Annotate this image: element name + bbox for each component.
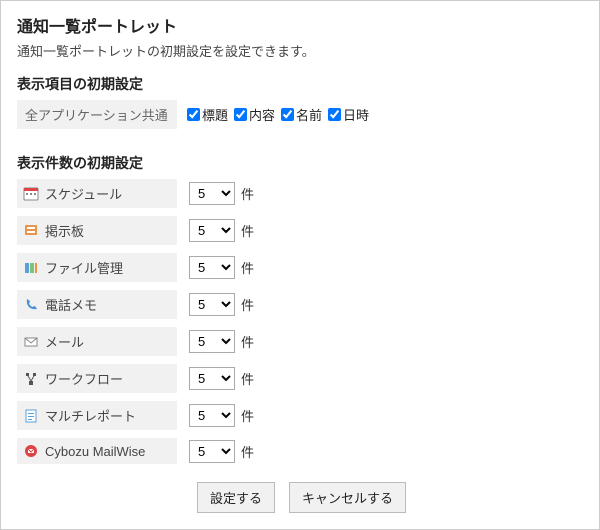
- count-select-board[interactable]: 5: [189, 219, 235, 242]
- count-row-mail: メール 5 件: [17, 327, 583, 356]
- count-label-workflow: ワークフロー: [17, 364, 177, 393]
- count-select-workflow[interactable]: 5: [189, 367, 235, 390]
- count-unit-workflow: 件: [241, 369, 254, 388]
- columns-row-label: 全アプリケーション共通: [17, 100, 177, 129]
- workflow-icon: [23, 371, 39, 387]
- count-label-board: 掲示板: [17, 216, 177, 245]
- count-section: スケジュール 5 件 掲示板 5 件: [17, 179, 583, 464]
- calendar-icon: [23, 186, 39, 202]
- count-row-workflow: ワークフロー 5 件: [17, 364, 583, 393]
- check-name-label: 名前: [296, 105, 322, 124]
- count-row-report: マルチレポート 5 件: [17, 401, 583, 430]
- count-unit-report: 件: [241, 406, 254, 425]
- count-label-schedule-text: スケジュール: [45, 184, 122, 203]
- count-heading: 表示件数の初期設定: [17, 153, 583, 173]
- count-unit-phone: 件: [241, 295, 254, 314]
- check-content-input[interactable]: [234, 108, 247, 121]
- check-title: 標題: [187, 105, 228, 124]
- cancel-button[interactable]: キャンセルする: [289, 482, 406, 513]
- count-unit-file: 件: [241, 258, 254, 277]
- check-content: 内容: [234, 105, 275, 124]
- check-name: 名前: [281, 105, 322, 124]
- count-label-file-text: ファイル管理: [45, 258, 123, 277]
- count-select-report[interactable]: 5: [189, 404, 235, 427]
- check-datetime-label: 日時: [343, 105, 369, 124]
- check-name-input[interactable]: [281, 108, 294, 121]
- count-label-report: マルチレポート: [17, 401, 177, 430]
- count-row-board: 掲示板 5 件: [17, 216, 583, 245]
- mail-icon: [23, 334, 39, 350]
- count-label-mailwise-text: Cybozu MailWise: [45, 444, 145, 459]
- count-label-schedule: スケジュール: [17, 179, 177, 208]
- count-label-phone: 電話メモ: [17, 290, 177, 319]
- count-label-file: ファイル管理: [17, 253, 177, 282]
- count-select-file[interactable]: 5: [189, 256, 235, 279]
- count-row-phone: 電話メモ 5 件: [17, 290, 583, 319]
- check-title-label: 標題: [202, 105, 228, 124]
- count-label-phone-text: 電話メモ: [45, 295, 97, 314]
- count-label-board-text: 掲示板: [45, 221, 84, 240]
- submit-button[interactable]: 設定する: [197, 482, 275, 513]
- count-label-report-text: マルチレポート: [45, 406, 136, 425]
- board-icon: [23, 223, 39, 239]
- check-datetime: 日時: [328, 105, 369, 124]
- count-row-schedule: スケジュール 5 件: [17, 179, 583, 208]
- mailwise-icon: [23, 443, 39, 459]
- count-label-mail-text: メール: [45, 332, 84, 351]
- count-select-phone[interactable]: 5: [189, 293, 235, 316]
- phone-icon: [23, 297, 39, 313]
- count-label-mailwise: Cybozu MailWise: [17, 438, 177, 464]
- count-row-mailwise: Cybozu MailWise 5 件: [17, 438, 583, 464]
- count-row-file: ファイル管理 5 件: [17, 253, 583, 282]
- button-row: 設定する キャンセルする: [17, 482, 583, 513]
- check-datetime-input[interactable]: [328, 108, 341, 121]
- check-content-label: 内容: [249, 105, 275, 124]
- columns-checks: 標題 内容 名前 日時: [177, 105, 369, 124]
- page-description: 通知一覧ポートレットの初期設定を設定できます。: [17, 41, 583, 60]
- count-unit-mailwise: 件: [241, 442, 254, 461]
- page-title: 通知一覧ポートレット: [17, 13, 583, 37]
- columns-row: 全アプリケーション共通 標題 内容 名前 日時: [17, 100, 583, 129]
- report-icon: [23, 408, 39, 424]
- count-select-schedule[interactable]: 5: [189, 182, 235, 205]
- count-unit-mail: 件: [241, 332, 254, 351]
- check-title-input[interactable]: [187, 108, 200, 121]
- columns-heading: 表示項目の初期設定: [17, 74, 583, 94]
- count-label-mail: メール: [17, 327, 177, 356]
- count-select-mailwise[interactable]: 5: [189, 440, 235, 463]
- file-icon: [23, 260, 39, 276]
- count-label-workflow-text: ワークフロー: [45, 369, 123, 388]
- count-unit-schedule: 件: [241, 184, 254, 203]
- count-unit-board: 件: [241, 221, 254, 240]
- count-select-mail[interactable]: 5: [189, 330, 235, 353]
